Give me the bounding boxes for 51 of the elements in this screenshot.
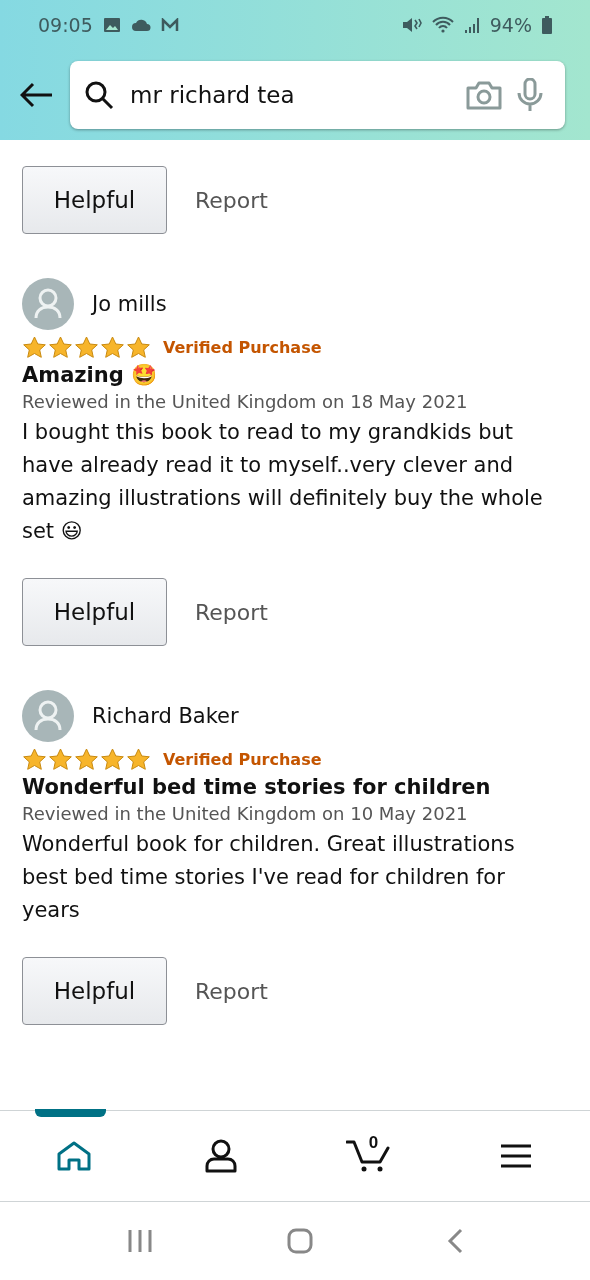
star-icon — [100, 748, 125, 771]
report-link[interactable]: Report — [195, 187, 268, 213]
menu-icon — [500, 1143, 533, 1169]
star-icon — [48, 748, 73, 771]
avatar-icon — [22, 690, 74, 742]
microphone-icon[interactable] — [517, 78, 543, 112]
home-square-icon — [287, 1228, 313, 1254]
signal-icon — [463, 16, 480, 34]
reviewer-name: Jo mills — [92, 292, 167, 316]
star-icon — [126, 336, 151, 359]
helpful-button[interactable]: Helpful — [22, 166, 167, 234]
recents-icon — [127, 1229, 153, 1253]
selected-indicator — [35, 1109, 106, 1117]
review-title: Wonderful bed time stories for children — [22, 775, 492, 799]
verified-purchase-label: Verified Purchase — [163, 750, 322, 769]
cloud-icon — [130, 18, 151, 32]
mute-icon — [401, 16, 422, 34]
back-arrow-icon — [20, 82, 54, 108]
star-icon — [22, 748, 47, 771]
star-icon — [48, 336, 73, 359]
report-link[interactable]: Report — [195, 978, 268, 1004]
image-icon — [102, 17, 121, 33]
helpful-button[interactable]: Helpful — [22, 957, 167, 1025]
review-text: Wonderful book for children. Great illustrations best bed time stories I've read for children for years — [22, 831, 516, 924]
home-icon — [56, 1141, 91, 1171]
reviewer-name: Richard Baker — [92, 704, 239, 728]
review-text: I bought this book to read to my grandkids but have already read it to myself..very clever and amazing illustrations will definitely buy the whole set 😃 — [22, 419, 544, 545]
verified-purchase-label: Verified Purchase — [163, 338, 322, 357]
avatar-icon — [22, 278, 74, 330]
review-date: Reviewed in the United Kingdom on 18 May 2021 — [22, 391, 469, 412]
mail-icon — [160, 18, 179, 32]
star-icon — [100, 336, 125, 359]
wifi-icon — [431, 16, 454, 34]
review-date: Reviewed in the United Kingdom on 10 May 2021 — [22, 803, 469, 824]
star-icon — [22, 336, 47, 359]
cart-tab[interactable]: 0 — [295, 1111, 443, 1201]
camera-icon[interactable] — [465, 80, 503, 110]
search-bar[interactable]: mr richard tea — [70, 61, 565, 129]
battery-percent: 94% — [489, 14, 532, 36]
status-time: 09:05 — [38, 14, 93, 36]
cart-count: 0 — [368, 1133, 379, 1153]
chevron-left-icon — [447, 1228, 463, 1254]
helpful-button[interactable]: Helpful — [22, 578, 167, 646]
report-link[interactable]: Report — [195, 599, 268, 625]
person-icon — [205, 1139, 238, 1173]
star-icon — [126, 748, 151, 771]
battery-icon — [542, 16, 552, 34]
review-title: Amazing 🤩 — [22, 363, 159, 387]
star-icon — [74, 748, 99, 771]
star-icon — [74, 336, 99, 359]
search-icon — [84, 80, 114, 110]
